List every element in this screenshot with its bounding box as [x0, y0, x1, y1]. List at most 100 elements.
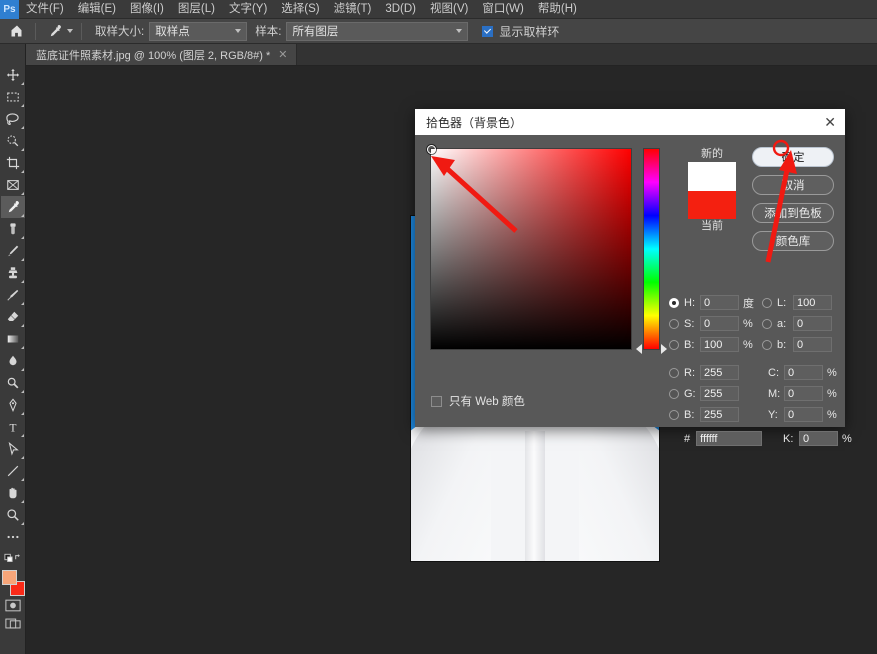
color-field-cursor[interactable]: [427, 145, 436, 154]
home-icon[interactable]: [4, 19, 30, 44]
options-separator-1: [35, 22, 36, 40]
unit-h: 度: [743, 297, 754, 310]
close-icon[interactable]: ✕: [824, 115, 836, 129]
menu-item-file[interactable]: 文件(F): [19, 0, 71, 19]
chevron-down-icon[interactable]: [67, 29, 73, 33]
add-to-swatches-button[interactable]: 添加到色板: [752, 203, 834, 223]
input-g[interactable]: 255: [700, 386, 739, 401]
input-k[interactable]: 0: [799, 431, 838, 446]
eyedropper-tool[interactable]: [0, 196, 25, 218]
default-colors-icon[interactable]: [2, 548, 24, 566]
foreground-color-swatch[interactable]: [1, 570, 17, 585]
menu-item-layer[interactable]: 图层(L): [171, 0, 222, 19]
menu-item-image[interactable]: 图像(I): [123, 0, 171, 19]
menu-item-help[interactable]: 帮助(H): [531, 0, 584, 19]
menu-item-filter[interactable]: 滤镜(T): [327, 0, 379, 19]
input-r[interactable]: 255: [700, 365, 739, 380]
document-tab-title: 蓝底证件照素材.jpg @ 100% (图层 2, RGB/8#) *: [36, 49, 271, 62]
input-c[interactable]: 0: [784, 365, 823, 380]
radio-blue[interactable]: [669, 409, 679, 420]
radio-a[interactable]: [762, 318, 772, 329]
color-picker-titlebar: 拾色器（背景色） ✕: [415, 109, 845, 135]
show-sampling-ring-checkbox[interactable]: 显示取样环: [482, 23, 559, 40]
document-tab[interactable]: 蓝底证件照素材.jpg @ 100% (图层 2, RGB/8#) * ✕: [26, 44, 297, 65]
chevron-down-icon: [235, 29, 242, 33]
eraser-tool[interactable]: [1, 306, 25, 328]
color-picker-dialog[interactable]: 拾色器（背景色） ✕ 只有 Web 颜色 新的 当前 确定 取消 添加到色板 颜…: [415, 109, 852, 446]
current-color-swatch[interactable]: [688, 191, 736, 219]
input-l[interactable]: 100: [793, 295, 832, 310]
edit-toolbar-tool[interactable]: [1, 526, 25, 548]
sample-select[interactable]: 所有图层: [286, 21, 469, 41]
path-selection-tool[interactable]: [1, 438, 25, 460]
document-tab-bar: 蓝底证件照素材.jpg @ 100% (图层 2, RGB/8#) * ✕: [26, 44, 877, 66]
field-row-g-m: G: 255 M: 0 %: [669, 383, 841, 404]
hand-tool[interactable]: [1, 482, 25, 504]
close-icon[interactable]: ✕: [278, 48, 287, 61]
color-picker-title: 拾色器（背景色）: [426, 115, 523, 130]
input-s[interactable]: 0: [700, 316, 739, 331]
radio-l[interactable]: [762, 297, 772, 308]
sample-size-select[interactable]: 取样点: [149, 21, 248, 41]
tools-panel: T: [0, 44, 26, 654]
blur-tool[interactable]: [1, 350, 25, 372]
saturation-value-field[interactable]: [427, 145, 632, 350]
radio-r[interactable]: [669, 367, 679, 378]
input-a[interactable]: 0: [793, 316, 832, 331]
input-blue[interactable]: 255: [700, 407, 739, 422]
radio-h[interactable]: [669, 297, 679, 308]
color-value-fields: H: 0 度 L: 100 S: 0 % a: 0 B: 100 % b: 0 …: [669, 292, 852, 449]
move-tool[interactable]: [1, 64, 25, 86]
hue-slider-marker-left[interactable]: [636, 344, 642, 354]
spot-healing-brush-tool[interactable]: [1, 218, 25, 240]
hex-input[interactable]: ffffff: [696, 431, 762, 446]
radio-s[interactable]: [669, 318, 679, 329]
type-tool[interactable]: T: [1, 416, 25, 438]
lasso-tool[interactable]: [1, 108, 25, 130]
quick-mask-icon[interactable]: [2, 596, 24, 614]
input-y[interactable]: 0: [784, 407, 823, 422]
input-m[interactable]: 0: [784, 386, 823, 401]
menu-item-3d[interactable]: 3D(D): [378, 0, 423, 19]
menu-item-edit[interactable]: 编辑(E): [71, 0, 123, 19]
frame-tool[interactable]: [1, 174, 25, 196]
ok-button[interactable]: 确定: [752, 147, 834, 167]
radio-g[interactable]: [669, 388, 679, 399]
label-h: H:: [684, 296, 695, 309]
unit-c: %: [827, 366, 837, 379]
zoom-tool[interactable]: [1, 504, 25, 526]
menu-item-type[interactable]: 文字(Y): [222, 0, 274, 19]
gradient-tool[interactable]: [1, 328, 25, 350]
unit-k: %: [842, 432, 852, 445]
input-brightness[interactable]: 100: [700, 337, 739, 352]
input-h[interactable]: 0: [700, 295, 739, 310]
dodge-tool[interactable]: [1, 372, 25, 394]
web-colors-only-checkbox[interactable]: 只有 Web 颜色: [431, 393, 525, 409]
sample-size-value: 取样点: [155, 26, 190, 38]
hue-slider[interactable]: [636, 148, 667, 354]
checkbox-unchecked-icon: [431, 395, 442, 407]
crop-tool[interactable]: [1, 152, 25, 174]
screen-mode-icon[interactable]: [2, 614, 24, 632]
unit-y: %: [827, 408, 837, 421]
brush-tool[interactable]: [1, 240, 25, 262]
menu-item-select[interactable]: 选择(S): [274, 0, 326, 19]
rectangular-marquee-tool[interactable]: [1, 86, 25, 108]
menu-item-view[interactable]: 视图(V): [423, 0, 475, 19]
input-lab-b[interactable]: 0: [793, 337, 832, 352]
cancel-button[interactable]: 取消: [752, 175, 834, 195]
radio-lab-b[interactable]: [762, 339, 772, 350]
chevron-down-icon: [456, 29, 463, 33]
line-shape-tool[interactable]: [1, 460, 25, 482]
color-libraries-button[interactable]: 颜色库: [752, 231, 834, 251]
pen-tool[interactable]: [1, 394, 25, 416]
history-brush-tool[interactable]: [1, 284, 25, 306]
hue-slider-marker-right[interactable]: [661, 344, 667, 354]
menu-item-window[interactable]: 窗口(W): [475, 0, 531, 19]
clone-stamp-tool[interactable]: [1, 262, 25, 284]
foreground-background-color-swatches[interactable]: [1, 570, 25, 596]
quick-selection-tool[interactable]: [1, 130, 25, 152]
tool-preset-picker[interactable]: [41, 21, 76, 42]
radio-brightness[interactable]: [669, 339, 679, 350]
unit-m: %: [827, 387, 837, 400]
